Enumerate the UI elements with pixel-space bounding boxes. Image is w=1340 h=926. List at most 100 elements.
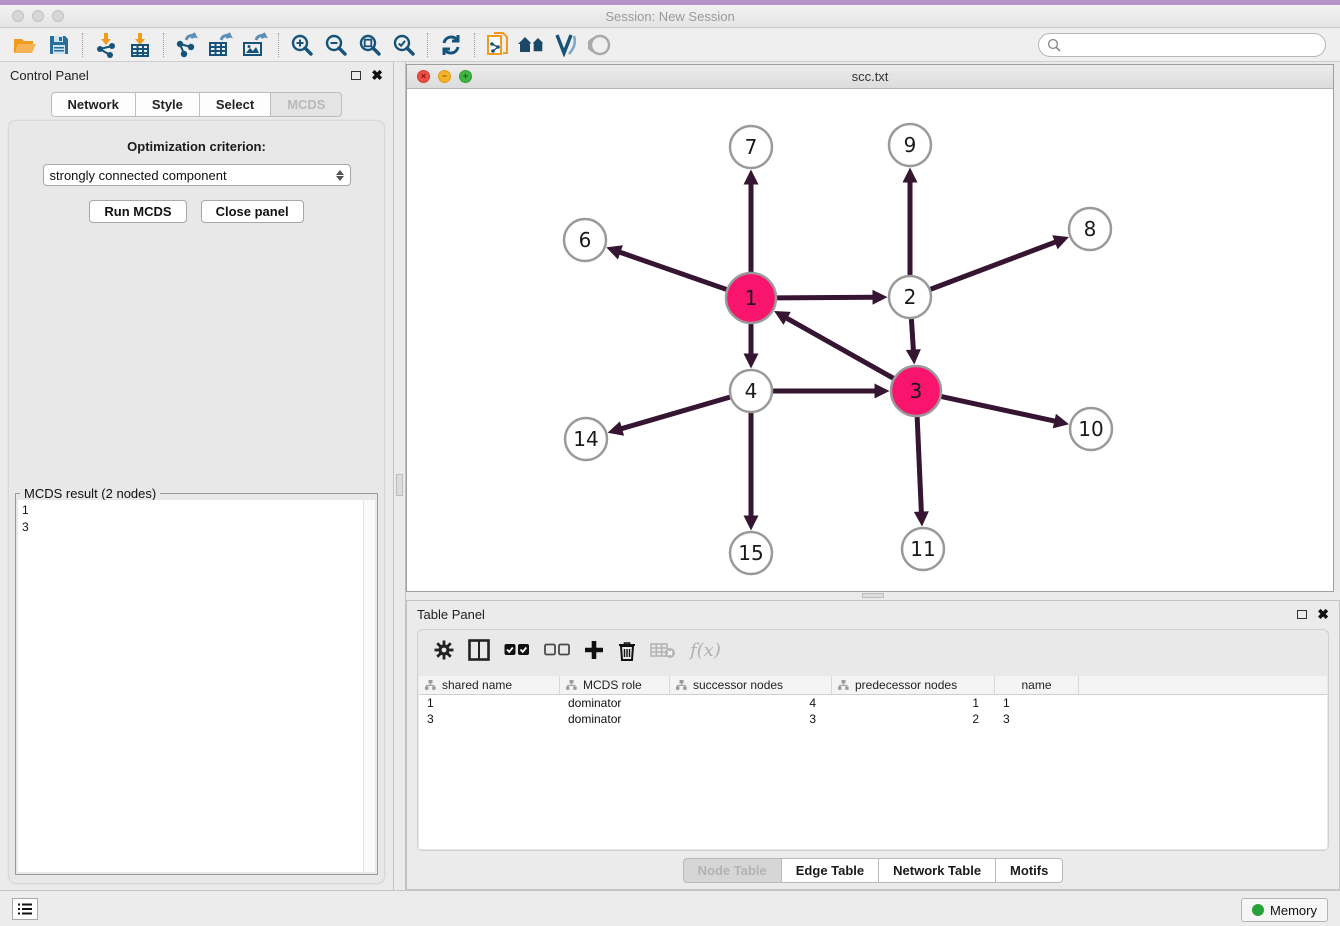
refresh-icon[interactable]	[434, 30, 468, 60]
float-panel-icon[interactable]	[351, 71, 361, 80]
tab-style[interactable]: Style	[135, 92, 199, 117]
add-icon[interactable]	[584, 640, 604, 660]
svg-text:1: 1	[745, 286, 758, 310]
tab-mcds[interactable]: MCDS	[270, 92, 342, 117]
graph-node-11[interactable]: 11	[902, 528, 944, 570]
graph-node-10[interactable]: 10	[1070, 408, 1112, 450]
result-scrollbar[interactable]	[363, 500, 375, 872]
table-cell[interactable]: 2	[832, 711, 995, 727]
fx-icon[interactable]: f(x)	[690, 640, 721, 661]
close-panel-icon[interactable]: ✖	[1317, 607, 1329, 621]
criterion-select[interactable]: strongly connected component	[43, 164, 351, 186]
svg-text:14: 14	[573, 427, 598, 451]
import-table-icon[interactable]	[123, 30, 157, 60]
table-cell[interactable]: dominator	[560, 711, 670, 727]
network-graph[interactable]: 7 9 6 8 1 2 4 3 14 10 15 11	[407, 89, 1333, 591]
table-row[interactable]: 1dominator411	[419, 695, 1327, 711]
table-cell[interactable]: 1	[995, 695, 1079, 711]
export-table-icon[interactable]	[204, 30, 238, 60]
optimization-criterion-label: Optimization criterion:	[9, 139, 384, 154]
eye-icon[interactable]	[583, 30, 617, 60]
graph-edge-1-2[interactable]	[777, 297, 874, 298]
network-window-titlebar[interactable]: × − + scc.txt	[407, 65, 1333, 89]
graph-edge-2-3[interactable]	[911, 319, 913, 351]
graph-edge-2-8[interactable]	[931, 242, 1057, 290]
memory-button[interactable]: Memory	[1241, 898, 1328, 922]
graph-node-4[interactable]: 4	[730, 370, 772, 412]
graph-node-2[interactable]: 2	[889, 276, 931, 318]
tab-edge-table[interactable]: Edge Table	[781, 858, 878, 883]
column-header[interactable]: predecessor nodes	[832, 676, 995, 694]
graph-node-3[interactable]: 3	[891, 366, 941, 416]
columns-icon[interactable]	[468, 639, 490, 661]
table-cell[interactable]: 4	[670, 695, 832, 711]
export-image-icon[interactable]	[238, 30, 272, 60]
horizontal-splitter[interactable]	[406, 592, 1340, 600]
vertical-splitter[interactable]	[394, 62, 406, 890]
delete-table-icon[interactable]	[650, 641, 676, 659]
graph-edge-3-10[interactable]	[941, 397, 1055, 422]
table-header-row: shared nameMCDS rolesuccessor nodesprede…	[419, 676, 1327, 695]
node-table[interactable]: shared nameMCDS rolesuccessor nodesprede…	[419, 676, 1327, 849]
table-cell[interactable]: 3	[670, 711, 832, 727]
gear-icon[interactable]	[434, 640, 454, 660]
tab-network[interactable]: Network	[51, 92, 135, 117]
import-network-icon[interactable]	[89, 30, 123, 60]
run-mcds-button[interactable]: Run MCDS	[89, 200, 186, 223]
table-cell[interactable]: 1	[832, 695, 995, 711]
table-toolbar: f(x)	[418, 630, 1328, 670]
graph-edge-3-11[interactable]	[917, 417, 921, 513]
table-cell[interactable]: 3	[419, 711, 560, 727]
zoom-fit-icon[interactable]	[353, 30, 387, 60]
mcds-result-text[interactable]: 1 3	[18, 500, 363, 872]
column-header[interactable]: shared name	[419, 676, 560, 694]
table-cell[interactable]: 3	[995, 711, 1079, 727]
tab-select[interactable]: Select	[199, 92, 270, 117]
task-history-button[interactable]	[12, 898, 38, 920]
graph-edge-4-14[interactable]	[621, 397, 730, 429]
column-header[interactable]: successor nodes	[670, 676, 832, 694]
export-network-icon[interactable]	[170, 30, 204, 60]
close-panel-button[interactable]: Close panel	[201, 200, 304, 223]
table-row[interactable]: 3dominator323	[419, 711, 1327, 727]
snapshot-icon[interactable]	[481, 30, 515, 60]
splitter-handle[interactable]	[862, 593, 884, 598]
select-all-icon[interactable]	[504, 643, 530, 657]
splitter-handle[interactable]	[396, 474, 403, 496]
delete-icon[interactable]	[618, 640, 636, 661]
float-panel-icon[interactable]	[1297, 610, 1307, 619]
zoom-selected-icon[interactable]	[387, 30, 421, 60]
zoom-in-icon[interactable]	[285, 30, 319, 60]
session-home-icon[interactable]	[515, 30, 549, 60]
table-panel-title: Table Panel	[417, 607, 485, 622]
column-header[interactable]: MCDS role	[560, 676, 670, 694]
table-panel-header: Table Panel ✖	[407, 601, 1339, 627]
graph-node-9[interactable]: 9	[889, 124, 931, 166]
svg-text:4: 4	[745, 379, 758, 403]
close-panel-icon[interactable]: ✖	[371, 68, 383, 82]
tab-node-table[interactable]: Node Table	[683, 858, 781, 883]
search-box	[1038, 33, 1326, 57]
mcds-panel: Optimization criterion: strongly connect…	[8, 120, 385, 884]
graph-node-15[interactable]: 15	[730, 532, 772, 574]
graph-node-7[interactable]: 7	[730, 126, 772, 168]
tab-motifs[interactable]: Motifs	[995, 858, 1063, 883]
open-folder-icon[interactable]	[8, 30, 42, 60]
network-canvas[interactable]: 7 9 6 8 1 2 4 3 14 10 15 11	[407, 89, 1333, 591]
save-icon[interactable]	[42, 30, 76, 60]
table-cell[interactable]: dominator	[560, 695, 670, 711]
svg-text:15: 15	[738, 541, 763, 565]
search-input[interactable]	[1061, 35, 1325, 55]
graph-edge-1-6[interactable]	[619, 252, 726, 290]
graph-node-14[interactable]: 14	[565, 418, 607, 460]
deselect-all-icon[interactable]	[544, 643, 570, 657]
graph-node-1[interactable]: 1	[726, 273, 776, 323]
column-header[interactable]: name	[995, 676, 1079, 694]
vizmapper-icon[interactable]	[549, 30, 583, 60]
zoom-out-icon[interactable]	[319, 30, 353, 60]
table-cell[interactable]: 1	[419, 695, 560, 711]
graph-node-8[interactable]: 8	[1069, 208, 1111, 250]
tab-network-table[interactable]: Network Table	[878, 858, 995, 883]
graph-node-6[interactable]: 6	[564, 219, 606, 261]
graph-edge-3-1[interactable]	[786, 318, 894, 379]
